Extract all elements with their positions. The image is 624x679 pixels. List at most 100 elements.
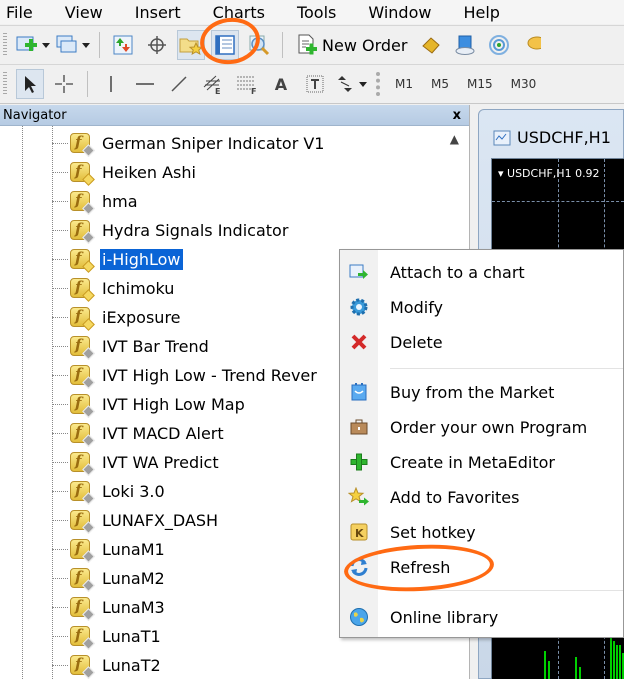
- indicator-icon: [70, 626, 90, 646]
- market-watch-button[interactable]: [109, 30, 137, 60]
- horizontal-line-icon: [136, 83, 154, 85]
- menu-tools[interactable]: Tools: [291, 3, 336, 22]
- vps-button[interactable]: [519, 30, 547, 60]
- navigator-item[interactable]: LUNAFX_DASH: [52, 506, 220, 534]
- menu-separator: [390, 368, 623, 369]
- indicator-icon: [70, 510, 90, 530]
- timeframe-m15[interactable]: M15: [467, 77, 493, 91]
- menu-window[interactable]: Window: [362, 3, 431, 22]
- context-menu-item-online-library[interactable]: Online library: [340, 601, 623, 633]
- svg-text:F: F: [251, 87, 256, 95]
- navigator-item[interactable]: hma: [52, 187, 140, 215]
- menu-file[interactable]: File: [0, 3, 33, 22]
- context-menu-item-refresh[interactable]: Refresh: [340, 551, 623, 583]
- navigator-item[interactable]: IVT WA Predict: [52, 448, 221, 476]
- navigator-title-bar: Navigator x: [0, 105, 469, 126]
- autotrading-button[interactable]: [417, 30, 445, 60]
- navigator-item[interactable]: LunaT1: [52, 622, 163, 650]
- data-window-button[interactable]: [143, 30, 171, 60]
- signals-button[interactable]: [451, 30, 479, 60]
- volume-bar: [619, 645, 621, 679]
- navigator-item[interactable]: IVT High Low Map: [52, 390, 247, 418]
- navigator-item[interactable]: iExposure: [52, 303, 183, 331]
- trendline-button[interactable]: [165, 69, 193, 99]
- cursor-button[interactable]: [16, 69, 44, 99]
- navigator-item[interactable]: LunaT2: [52, 651, 163, 679]
- chevron-down-icon[interactable]: [42, 42, 50, 48]
- vertical-line-button[interactable]: [97, 69, 125, 99]
- arrows-button[interactable]: [335, 69, 367, 99]
- navigator-item[interactable]: IVT MACD Alert: [52, 419, 226, 447]
- navigator-item-label: IVT High Low Map: [102, 394, 245, 414]
- new-order-button[interactable]: New Order: [292, 30, 411, 60]
- signal-broadcast-button[interactable]: [485, 30, 513, 60]
- tree-connector: [52, 374, 68, 376]
- navigator-item[interactable]: i-HighLow: [52, 245, 183, 273]
- globe-icon: [340, 607, 378, 627]
- toolbar-grip[interactable]: [3, 72, 7, 96]
- context-menu-item-set-hotkey[interactable]: K Set hotkey: [340, 516, 623, 548]
- navigator-item[interactable]: LunaM3: [52, 593, 167, 621]
- menu-view[interactable]: View: [59, 3, 103, 22]
- text-button[interactable]: A: [267, 69, 295, 99]
- navigator-item[interactable]: Ichimoku: [52, 274, 176, 302]
- timeframe-m5[interactable]: M5: [431, 77, 449, 91]
- chart-title-bar[interactable]: USDCHF,H1: [493, 128, 611, 147]
- chevron-down-icon[interactable]: [359, 81, 367, 87]
- context-menu-item-buy-from-the-market[interactable]: Buy from the Market: [340, 376, 623, 408]
- indicator-icon: [70, 249, 90, 269]
- text-a-icon: A: [274, 74, 288, 94]
- navigator-item[interactable]: Heiken Ashi: [52, 158, 198, 186]
- context-menu-item-delete[interactable]: Delete: [340, 326, 623, 358]
- context-menu-item-create-in-metaeditor[interactable]: Create in MetaEditor: [340, 446, 623, 478]
- navigator-item[interactable]: LunaM2: [52, 564, 167, 592]
- navigator-item[interactable]: LunaM1: [52, 535, 167, 563]
- chevron-down-icon[interactable]: [82, 42, 90, 48]
- cloud-shield-icon: [527, 36, 542, 50]
- tree-connector: [52, 519, 68, 521]
- tree-connector: [52, 635, 68, 637]
- text-label-button[interactable]: [301, 69, 329, 99]
- navigator-item-label: hma: [102, 191, 138, 211]
- tree-connector: [52, 577, 68, 579]
- strategy-tester-button[interactable]: [245, 30, 273, 60]
- navigator-item[interactable]: Hydra Signals Indicator: [52, 216, 290, 244]
- navigator-item-label: i-HighLow: [100, 248, 183, 270]
- broadcast-icon: [489, 35, 510, 55]
- timeframe-m1[interactable]: M1: [395, 77, 413, 91]
- indicator-icon: [70, 423, 90, 443]
- menu-help[interactable]: Help: [457, 3, 499, 22]
- navigator-item[interactable]: IVT Bar Trend: [52, 332, 211, 360]
- navigator-item[interactable]: IVT High Low - Trend Rever: [52, 361, 319, 389]
- timeframe-m30[interactable]: M30: [511, 77, 537, 91]
- horizontal-line-button[interactable]: [131, 69, 159, 99]
- terminal-button[interactable]: [211, 30, 239, 60]
- grid-line: [492, 201, 624, 202]
- navigator-button[interactable]: [177, 30, 205, 60]
- crosshair-target-icon: [148, 36, 166, 54]
- cursor-arrow-icon: [25, 76, 36, 93]
- menu-charts[interactable]: Charts: [207, 3, 265, 22]
- context-menu-item-attach-to-a-chart[interactable]: Attach to a chart: [340, 256, 623, 288]
- attach-chart-icon: [340, 263, 378, 281]
- crosshair-button[interactable]: [50, 69, 78, 99]
- close-icon[interactable]: x: [453, 108, 461, 123]
- volume-bar: [613, 641, 615, 679]
- tester-magnifier-icon: [249, 35, 270, 56]
- equidistant-channel-button[interactable]: E: [199, 69, 227, 99]
- new-chart-button[interactable]: [16, 30, 50, 60]
- svg-text:E: E: [215, 87, 220, 95]
- context-menu-item-modify[interactable]: Modify: [340, 291, 623, 323]
- indicator-icon: [70, 365, 90, 385]
- fibonacci-button[interactable]: F: [233, 69, 261, 99]
- scroll-up-icon[interactable]: ▲: [450, 132, 459, 146]
- navigator-item[interactable]: German Sniper Indicator V1: [52, 129, 326, 157]
- navigator-item[interactable]: Loki 3.0: [52, 477, 167, 505]
- profiles-button[interactable]: [56, 30, 90, 60]
- new-chart-icon: [16, 36, 37, 51]
- menu-insert[interactable]: Insert: [129, 3, 181, 22]
- context-menu-item-order-your-own-program[interactable]: Order your own Program: [340, 411, 623, 443]
- vertical-line-icon: [110, 76, 112, 92]
- toolbar-grip[interactable]: [3, 33, 7, 57]
- context-menu-item-add-to-favorites[interactable]: Add to Favorites: [340, 481, 623, 513]
